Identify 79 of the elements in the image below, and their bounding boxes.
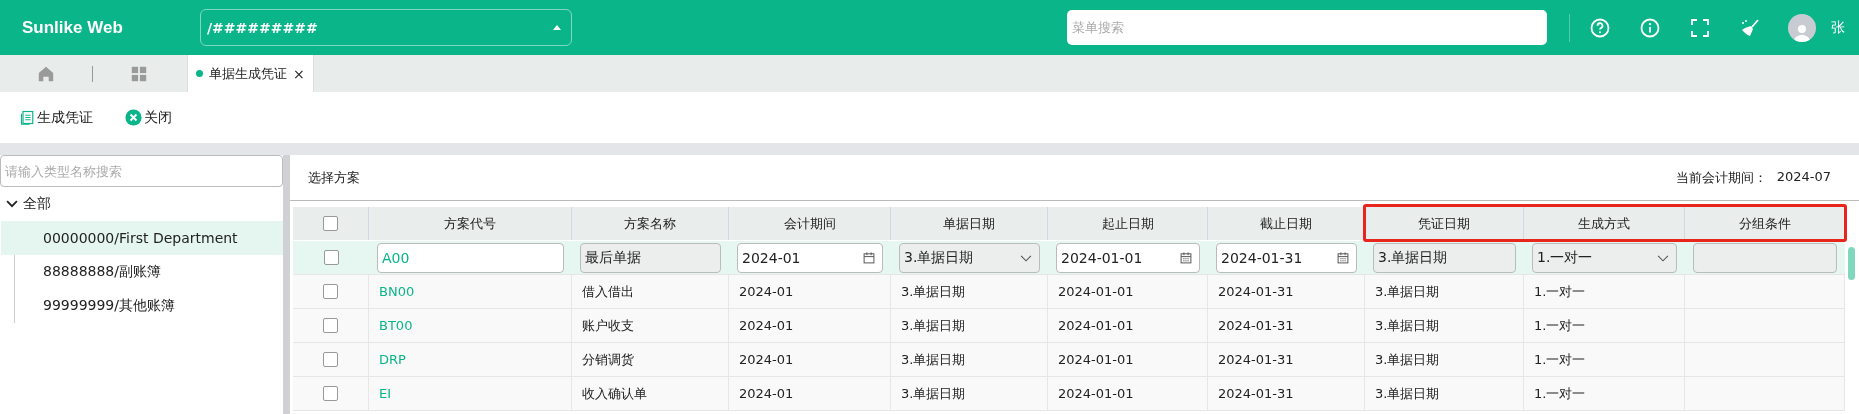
select-field[interactable]: 1.一对一 <box>1532 242 1677 273</box>
tree-item[interactable]: 00000000/First Department <box>1 221 283 255</box>
panel-title: 选择方案 <box>308 168 360 187</box>
calendar-icon <box>1336 250 1350 265</box>
close-button[interactable]: 关闭 <box>125 108 172 127</box>
page-tab[interactable]: 单据生成凭证 × <box>187 55 314 92</box>
table-cell: 2024-01 <box>729 309 891 343</box>
table-cell: 3.单据日期 <box>1365 377 1524 411</box>
table-cell: 1.一对一 <box>1524 343 1685 377</box>
table-cell: 2024-01-01 <box>1048 309 1208 343</box>
table-cell: 3.单据日期 <box>891 309 1048 343</box>
user-avatar[interactable] <box>1788 13 1816 42</box>
caret-icon <box>553 25 561 30</box>
type-search-field[interactable]: 请输入类型名称搜索 <box>0 155 283 187</box>
column-header[interactable]: 会计期间 <box>729 207 891 240</box>
table-cell: 1.一对一 <box>1524 275 1685 309</box>
info-icon[interactable] <box>1640 17 1660 38</box>
column-header[interactable]: 方案代号 <box>369 207 572 240</box>
table-cell: 3.单据日期 <box>891 343 1048 377</box>
tree-item[interactable]: 88888888/副账簿 <box>1 255 283 289</box>
table-cell: 2024-01 <box>729 275 891 309</box>
checkbox[interactable] <box>323 216 338 231</box>
calendar-icon <box>862 250 876 265</box>
period-label: 当前会计期间： <box>1675 168 1767 187</box>
column-header[interactable]: 凭证日期 <box>1365 207 1524 240</box>
table-cell: 3.单据日期 <box>1365 309 1524 343</box>
select-field[interactable]: 3.单据日期 <box>899 242 1040 273</box>
calendar-icon <box>1179 250 1193 265</box>
scrollbar-thumb[interactable] <box>1848 247 1855 280</box>
table-cell: 3.单据日期 <box>891 377 1048 411</box>
column-header[interactable]: 单据日期 <box>891 207 1048 240</box>
app-logo: Sunlike Web <box>22 17 124 38</box>
checkbox[interactable] <box>323 284 338 299</box>
column-header[interactable]: 分组条件 <box>1685 207 1845 240</box>
table-cell: 1.一对一 <box>1524 309 1685 343</box>
document-icon <box>20 110 35 125</box>
table-cell: 3.单据日期 <box>1365 275 1524 309</box>
date-field[interactable]: 2024-01-01 <box>1056 242 1200 273</box>
column-header[interactable]: 截止日期 <box>1208 207 1365 240</box>
checkbox[interactable] <box>323 352 338 367</box>
broom-icon[interactable] <box>1740 17 1760 38</box>
checkbox[interactable] <box>323 250 339 265</box>
active-dot <box>196 70 203 77</box>
tree-item[interactable]: 99999999/其他账簿 <box>1 289 283 323</box>
home-icon[interactable] <box>37 64 55 83</box>
table-cell: 1.一对一 <box>1524 377 1685 411</box>
readonly-field: 最后单据 <box>580 242 721 273</box>
period-value: 2024-07 <box>1776 168 1831 186</box>
table-cell: 2024-01 <box>729 343 891 377</box>
table-cell: 账户收支 <box>572 309 729 343</box>
help-icon[interactable] <box>1590 17 1610 38</box>
table-cell: 分销调货 <box>572 343 729 377</box>
table-cell: 3.单据日期 <box>891 275 1048 309</box>
close-icon <box>125 109 142 126</box>
date-field[interactable]: 2024-01-31 <box>1216 242 1357 273</box>
table-cell: 2024-01 <box>729 377 891 411</box>
table-cell: 收入确认单 <box>572 377 729 411</box>
table-cell: 2024-01-01 <box>1048 275 1208 309</box>
date-field[interactable]: 2024-01 <box>737 242 883 273</box>
table-cell: 借入借出 <box>572 275 729 309</box>
column-header[interactable]: 起止日期 <box>1048 207 1208 240</box>
generate-button[interactable]: 生成凭证 <box>20 108 93 127</box>
column-header[interactable]: 生成方式 <box>1524 207 1685 240</box>
tree-node[interactable]: 全部 <box>23 195 51 213</box>
fullscreen-icon[interactable] <box>1690 17 1710 38</box>
table-cell: 2024-01-01 <box>1048 377 1208 411</box>
table-cell: 2024-01-31 <box>1208 343 1365 377</box>
checkbox[interactable] <box>323 386 338 401</box>
menu-search-field[interactable]: 菜单搜索 <box>1067 10 1547 45</box>
checkbox[interactable] <box>323 318 338 333</box>
grid-icon[interactable] <box>130 64 148 83</box>
close-icon[interactable]: × <box>293 65 305 82</box>
readonly-field: 3.单据日期 <box>1373 242 1516 273</box>
table-cell: 2024-01-31 <box>1208 377 1365 411</box>
table-cell: 2024-01-31 <box>1208 309 1365 343</box>
table-cell: 2024-01-01 <box>1048 343 1208 377</box>
table-cell: 3.单据日期 <box>1365 343 1524 377</box>
column-header[interactable]: 方案名称 <box>572 207 729 240</box>
table-cell: 2024-01-31 <box>1208 275 1365 309</box>
